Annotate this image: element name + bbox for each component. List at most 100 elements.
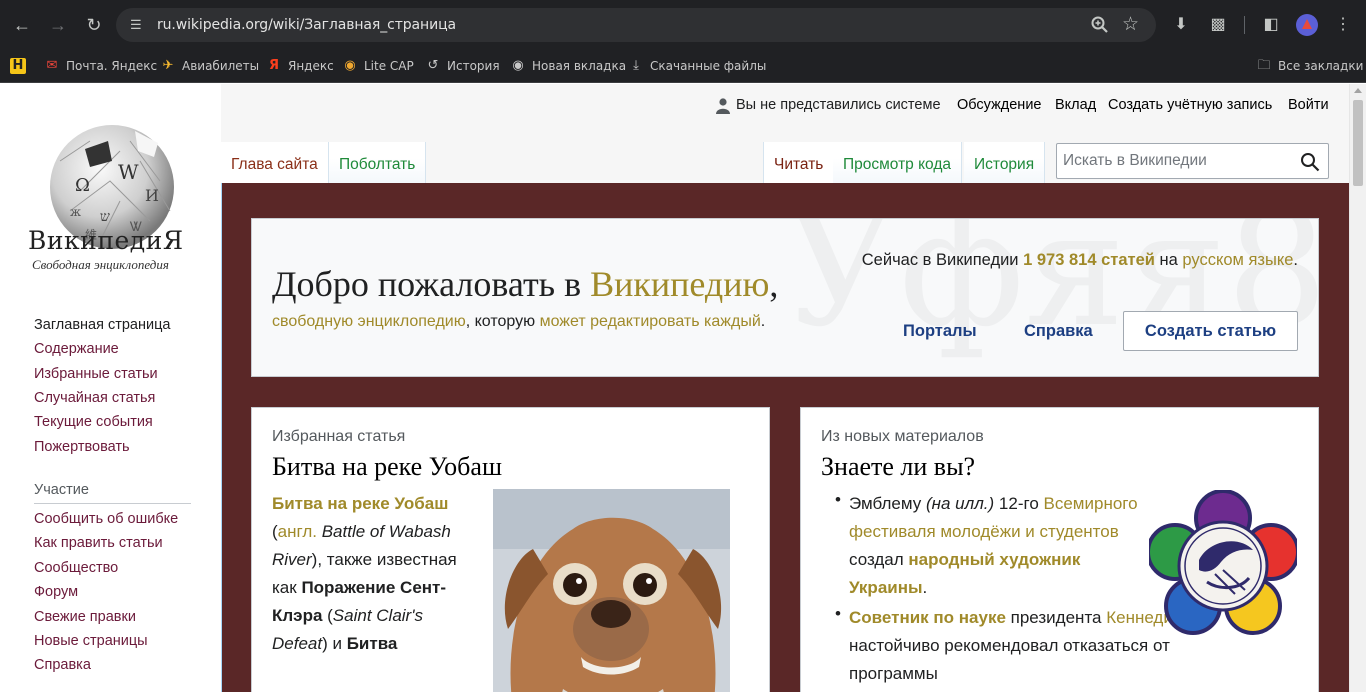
wikipedia-wordmark: ВикипедиЯ <box>28 226 184 255</box>
anyone-can-edit-link[interactable]: может редактировать каждый <box>540 313 761 330</box>
bookmark-yandex[interactable]: Я Яндекс <box>266 55 334 77</box>
folder-icon: 🗀 <box>1257 58 1271 73</box>
search-placeholder: Искать в Википедии <box>1063 152 1207 169</box>
svg-text:И: И <box>145 186 159 205</box>
tab-read[interactable]: Читать <box>763 142 835 183</box>
create-article-button[interactable]: Создать статью <box>1123 311 1298 351</box>
featured-article-card: Избранная статья Битва на реке Уобаш Бит… <box>251 407 770 692</box>
svg-text:W: W <box>118 160 139 184</box>
search-icon[interactable] <box>1300 152 1320 172</box>
did-you-know-card: Из новых материалов Знаете ли вы? • • Эм… <box>800 407 1319 692</box>
welcome-subtitle: свободную энциклопедию, которую может ре… <box>272 313 766 330</box>
sidebar-item-donate[interactable]: Пожертвовать <box>34 439 130 455</box>
reload-icon[interactable]: ↻ <box>82 13 106 37</box>
bookmark-downloads[interactable]: ⤓ Скачанные файлы <box>628 55 766 77</box>
free-encyclopedia-link[interactable]: свободную энциклопедию <box>272 313 466 330</box>
side-panel-icon[interactable]: ◧ <box>1260 14 1282 36</box>
sidebar-item-community[interactable]: Сообщество <box>34 560 118 576</box>
bookmark-avia[interactable]: ✈ Авиабилеты <box>160 55 260 77</box>
history-icon: ↺ <box>427 58 439 73</box>
sidebar-item-featured[interactable]: Избранные статьи <box>34 366 158 382</box>
science-advisor-link[interactable]: Советник по науке <box>849 608 1006 627</box>
contributions-link[interactable]: Вклад <box>1055 97 1096 113</box>
sidebar: Ω W И ש Ꮤ ж 維 ВикипедиЯ Свободная энцикл… <box>0 84 221 692</box>
zoom-icon[interactable] <box>1090 15 1110 35</box>
bookmark-h[interactable]: H <box>10 55 26 77</box>
sidebar-item-contents[interactable]: Содержание <box>34 341 119 357</box>
article-count-link[interactable]: 1 973 814 статей <box>1023 251 1155 269</box>
sidebar-item-help[interactable]: Справка <box>34 657 91 673</box>
list-bullet: • <box>835 604 841 623</box>
talk-link[interactable]: Обсуждение <box>957 97 1041 113</box>
download-indicator-icon[interactable]: ⬇ <box>1170 14 1192 36</box>
sidebar-item-recent-changes[interactable]: Свежие правки <box>34 609 136 625</box>
dyk-item: Эмблему (на илл.) 12-го Всемирного фести… <box>849 494 1138 597</box>
wikipedia-page: Ω W И ש Ꮤ ж 維 ВикипедиЯ Свободная энцикл… <box>0 84 1366 692</box>
bookmark-newtab[interactable]: ◉ Новая вкладка <box>510 55 626 77</box>
wikipedia-tagline: Свободная энциклопедия <box>32 257 169 272</box>
scroll-thumb[interactable] <box>1353 100 1363 186</box>
forward-arrow-icon[interactable]: → <box>46 13 70 37</box>
browser-toolbar: ← → ↻ ☰ ru.wikipedia.org/wiki/Заглавная_… <box>0 0 1366 50</box>
dyk-title: Знаете ли вы? <box>821 452 976 481</box>
russian-language-link[interactable]: русском языке <box>1182 251 1293 269</box>
login-link[interactable]: Войти <box>1288 97 1329 113</box>
sidebar-item-report-error[interactable]: Сообщить об ошибке <box>34 511 178 527</box>
welcome-title: Добро пожаловать в Википедию, <box>272 264 779 304</box>
sidebar-item-how-to-edit[interactable]: Как править статьи <box>34 535 163 551</box>
globe-icon: ◉ <box>512 58 524 73</box>
site-info-icon[interactable]: ☰ <box>130 16 148 34</box>
tab-talk[interactable]: Поболтать <box>329 142 427 183</box>
featured-label: Избранная статья <box>272 428 406 445</box>
plane-icon: ✈ <box>162 58 174 73</box>
bookmark-history[interactable]: ↺ История <box>425 55 500 77</box>
wikipedia-link[interactable]: Википедию <box>590 264 769 304</box>
featured-title: Битва на реке Уобаш <box>272 452 502 481</box>
menu-kebab-icon[interactable]: ⋮ <box>1332 14 1354 36</box>
bookmark-star-icon[interactable]: ☆ <box>1122 13 1139 36</box>
not-logged-in-text: Вы не представились системе <box>736 97 941 113</box>
mail-icon: ✉ <box>46 58 58 73</box>
tab-main-page[interactable]: Глава сайта <box>221 142 329 183</box>
sidebar-item-forum[interactable]: Форум <box>34 584 78 600</box>
tab-view-source[interactable]: Просмотр кода <box>833 142 962 183</box>
address-bar[interactable]: ☰ ru.wikipedia.org/wiki/Заглавная_страни… <box>116 8 1156 42</box>
featured-article-link[interactable]: Битва на реке Уобаш <box>272 494 448 513</box>
dyk-label: Из новых материалов <box>821 428 984 445</box>
sidebar-item-current-events[interactable]: Текущие события <box>34 414 153 430</box>
featured-image-dog[interactable] <box>493 489 730 692</box>
bookmark-litecap[interactable]: ◉ Lite CAP <box>342 55 413 77</box>
help-link[interactable]: Справка <box>1024 322 1093 341</box>
url-text[interactable]: ru.wikipedia.org/wiki/Заглавная_страница <box>157 17 456 33</box>
portals-link[interactable]: Порталы <box>903 322 977 341</box>
sidebar-heading-participation: Участие <box>34 482 191 504</box>
page-scrollbar[interactable] <box>1349 84 1366 692</box>
tab-history[interactable]: История <box>964 142 1046 183</box>
profile-avatar[interactable] <box>1296 14 1318 36</box>
bookmarks-bar: H ✉ Почта. Яндекс ✈ Авиабилеты Я Яндекс ◉ Li… <box>0 50 1366 83</box>
svg-text:Ω: Ω <box>75 175 90 196</box>
scroll-up-arrow-icon[interactable] <box>1354 88 1362 93</box>
all-bookmarks[interactable]: 🗀 Все закладки <box>1256 55 1363 77</box>
english-lang-link[interactable]: англ. <box>278 522 317 541</box>
svg-text:ж: ж <box>70 205 81 219</box>
article-count-statement: Сейчас в Википедии 1 973 814 статей на р… <box>861 251 1298 269</box>
dyk-list: Эмблему (на илл.) 12-го Всемирного фести… <box>849 490 1173 688</box>
user-icon <box>716 98 730 114</box>
sidebar-item-main-page[interactable]: Заглавная страница <box>34 317 170 333</box>
extensions-icon[interactable]: ▩ <box>1207 14 1229 36</box>
cap-icon: ◉ <box>344 58 356 73</box>
toolbar-separator <box>1244 16 1245 34</box>
back-arrow-icon[interactable]: ← <box>10 13 34 37</box>
bookmark-mail[interactable]: ✉ Почта. Яндекс <box>44 55 158 77</box>
h-logo-icon: H <box>10 58 26 74</box>
search-input[interactable]: Искать в Википедии <box>1056 143 1329 179</box>
yandex-icon: Я <box>268 58 279 73</box>
download-icon: ⤓ <box>633 58 639 73</box>
svg-text:ש: ש <box>100 209 110 225</box>
create-account-link[interactable]: Создать учётную запись <box>1108 97 1272 113</box>
festival-emblem-image[interactable] <box>1149 490 1297 636</box>
sidebar-item-new-pages[interactable]: Новые страницы <box>34 633 148 649</box>
sidebar-item-random[interactable]: Случайная статья <box>34 390 155 406</box>
welcome-banner: Уфяя8 Добро пожаловать в Википедию, своб… <box>251 218 1319 377</box>
